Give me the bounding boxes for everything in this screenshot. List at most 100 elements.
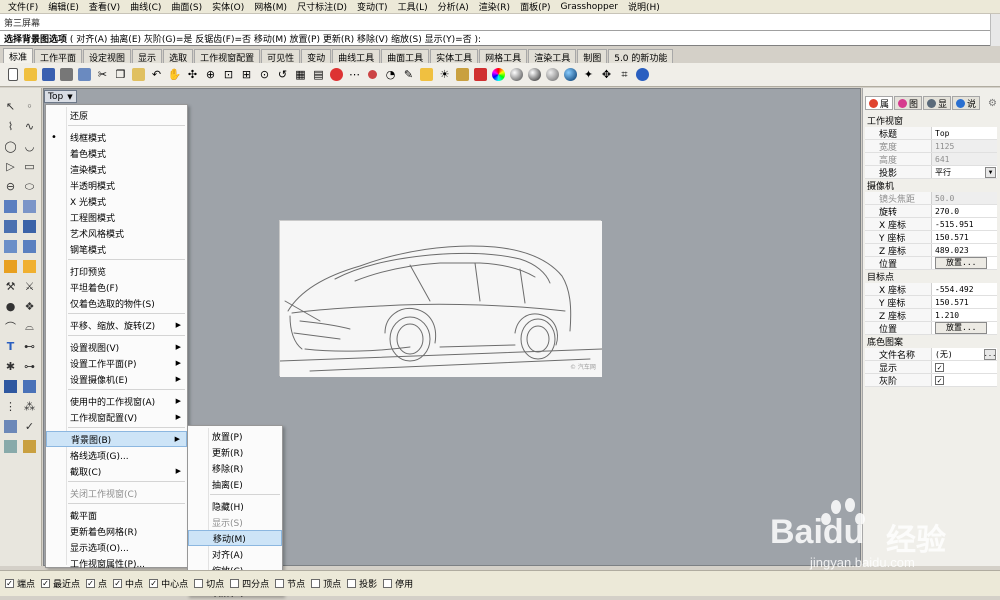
- offset-icon[interactable]: ⊖: [2, 178, 19, 195]
- menu-3[interactable]: 曲线(C): [125, 0, 166, 13]
- paint-icon[interactable]: [21, 438, 38, 455]
- menu-14[interactable]: 说明(H): [623, 0, 665, 13]
- control-points-icon[interactable]: ⋯: [346, 66, 363, 83]
- options-icon[interactable]: ✥: [598, 66, 615, 83]
- properties-icon[interactable]: [76, 66, 93, 83]
- array-icon[interactable]: ⋮: [2, 398, 19, 415]
- box-icon[interactable]: [2, 238, 19, 255]
- loft-icon[interactable]: [2, 218, 19, 235]
- zoom-window-icon[interactable]: ⊡: [220, 66, 237, 83]
- polyline-icon[interactable]: ⌇: [2, 118, 19, 135]
- osnap-checkbox[interactable]: [275, 579, 285, 588]
- circle-icon[interactable]: ◯: [2, 138, 19, 155]
- context_menu-item[interactable]: 显示选项(O)...: [46, 539, 187, 555]
- render-icon[interactable]: [2, 438, 19, 455]
- trim-icon[interactable]: ⚔: [21, 278, 38, 295]
- group-icon[interactable]: ❖: [21, 298, 38, 315]
- menu-7[interactable]: 尺寸标注(D): [292, 0, 352, 13]
- submenu-item[interactable]: 抽离(E): [188, 476, 282, 492]
- toolbar-tab-0[interactable]: 标准: [3, 48, 34, 63]
- analyze-icon[interactable]: [2, 418, 19, 435]
- osnap-4[interactable]: ✓ 中心点: [149, 577, 188, 590]
- lock-icon[interactable]: [454, 66, 471, 83]
- cut-icon[interactable]: ✂: [94, 66, 111, 83]
- panel-tab-3[interactable]: 说: [952, 96, 981, 110]
- color-wheel-icon[interactable]: [490, 66, 507, 83]
- rotate-view-icon[interactable]: ✣: [184, 66, 201, 83]
- osnap-checkbox[interactable]: ✓: [41, 579, 51, 588]
- property-value[interactable]: (无)...: [931, 348, 997, 360]
- paste-icon[interactable]: [130, 66, 147, 83]
- osnap-0[interactable]: ✓ 端点: [5, 577, 35, 590]
- material-icon[interactable]: [472, 66, 489, 83]
- curve-icon[interactable]: ∿: [21, 118, 38, 135]
- osnap-checkbox[interactable]: ✓: [5, 579, 14, 588]
- osnap-checkbox[interactable]: [383, 579, 393, 588]
- zoom-selected-icon[interactable]: ⊙: [256, 66, 273, 83]
- gear-icon[interactable]: ⚙: [988, 98, 997, 109]
- save-icon[interactable]: [40, 66, 57, 83]
- osnap-6[interactable]: 四分点: [230, 577, 269, 590]
- scale-icon[interactable]: [21, 258, 38, 275]
- toolbar-tab-14[interactable]: 5.0 的新功能: [608, 49, 674, 64]
- property-value[interactable]: 平行 ▼: [931, 166, 997, 178]
- toolbar-tab-4[interactable]: 选取: [163, 49, 194, 64]
- property-value[interactable]: Top: [931, 127, 997, 139]
- place-button[interactable]: 放置...: [935, 322, 988, 334]
- toolbar-tab-1[interactable]: 工作平面: [34, 49, 83, 64]
- submenu-item[interactable]: 隐藏(H): [188, 498, 282, 514]
- context_menu-item[interactable]: 平坦着色(F): [46, 279, 187, 295]
- osnap-10[interactable]: 停用: [383, 577, 413, 590]
- command-options[interactable]: ( 对齐(A) 抽离(E) 灰阶(G)=是 反锯齿(F)=否 移动(M) 放置(…: [70, 35, 481, 45]
- panel-tab-0[interactable]: 属: [865, 96, 894, 110]
- menu-5[interactable]: 实体(O): [207, 0, 249, 13]
- grid-icon[interactable]: ▤: [310, 66, 327, 83]
- menu-9[interactable]: 工具(L): [393, 0, 433, 13]
- property-value[interactable]: -554.492: [931, 283, 997, 295]
- command-scrollbar[interactable]: [990, 14, 1000, 46]
- four-views-icon[interactable]: ▦: [292, 66, 309, 83]
- osnap-2[interactable]: ✓ 点: [86, 577, 107, 590]
- boolean-icon[interactable]: ●: [2, 298, 19, 315]
- menu-8[interactable]: 变动(T): [352, 0, 393, 13]
- text-icon[interactable]: T: [2, 338, 19, 355]
- context_menu-item[interactable]: 艺术风格模式: [46, 225, 187, 241]
- render-sphere-icon[interactable]: [562, 66, 579, 83]
- toolbar-tab-12[interactable]: 渲染工具: [528, 49, 577, 64]
- select-points-icon[interactable]: [328, 66, 345, 83]
- undo-icon[interactable]: ↶: [148, 66, 165, 83]
- property-value[interactable]: 150.571: [931, 231, 997, 243]
- menu-1[interactable]: 编辑(E): [43, 0, 84, 13]
- zoom-icon[interactable]: ⊕: [202, 66, 219, 83]
- osnap-8[interactable]: 顶点: [311, 577, 341, 590]
- edit-icon[interactable]: ✎: [400, 66, 417, 83]
- context_menu-item[interactable]: 设置视图(V) ▶: [46, 339, 187, 355]
- menu-4[interactable]: 曲面(S): [166, 0, 207, 13]
- select-arrow-icon[interactable]: ↖: [2, 98, 19, 115]
- context_menu-item[interactable]: 还原: [46, 107, 187, 123]
- point-icon[interactable]: ◦: [21, 98, 38, 115]
- split-icon[interactable]: ⚒: [2, 278, 19, 295]
- toolbar-tab-2[interactable]: 设定视图: [83, 49, 132, 64]
- context_menu-item[interactable]: X 光模式: [46, 193, 187, 209]
- osnap-checkbox[interactable]: [230, 579, 240, 588]
- context_menu-item[interactable]: • 线框模式: [46, 129, 187, 145]
- osnap-checkbox[interactable]: ✓: [113, 579, 123, 588]
- toolbar-tab-6[interactable]: 可见性: [261, 49, 301, 64]
- print-icon[interactable]: [58, 66, 75, 83]
- property-value[interactable]: ✓: [931, 361, 997, 373]
- property-checkbox[interactable]: ✓: [935, 376, 944, 385]
- panel-tab-1[interactable]: 图: [894, 96, 923, 110]
- toolbar-tab-7[interactable]: 变动: [301, 49, 332, 64]
- context_menu-item[interactable]: 更新着色网格(R): [46, 523, 187, 539]
- check-icon[interactable]: ✓: [21, 418, 38, 435]
- context_menu-item[interactable]: 着色模式: [46, 145, 187, 161]
- osnap-checkbox[interactable]: ✓: [86, 579, 96, 588]
- arc-icon[interactable]: ◡: [21, 138, 38, 155]
- context_menu-item[interactable]: 背景图(B) ▶: [46, 431, 187, 447]
- ghosted-sphere-icon[interactable]: [544, 66, 561, 83]
- surface-edge-icon[interactable]: [21, 198, 38, 215]
- browse-button[interactable]: ...: [984, 348, 996, 360]
- toolbar-tab-5[interactable]: 工作视窗配置: [194, 49, 261, 64]
- toolbar-tab-8[interactable]: 曲线工具: [332, 49, 381, 64]
